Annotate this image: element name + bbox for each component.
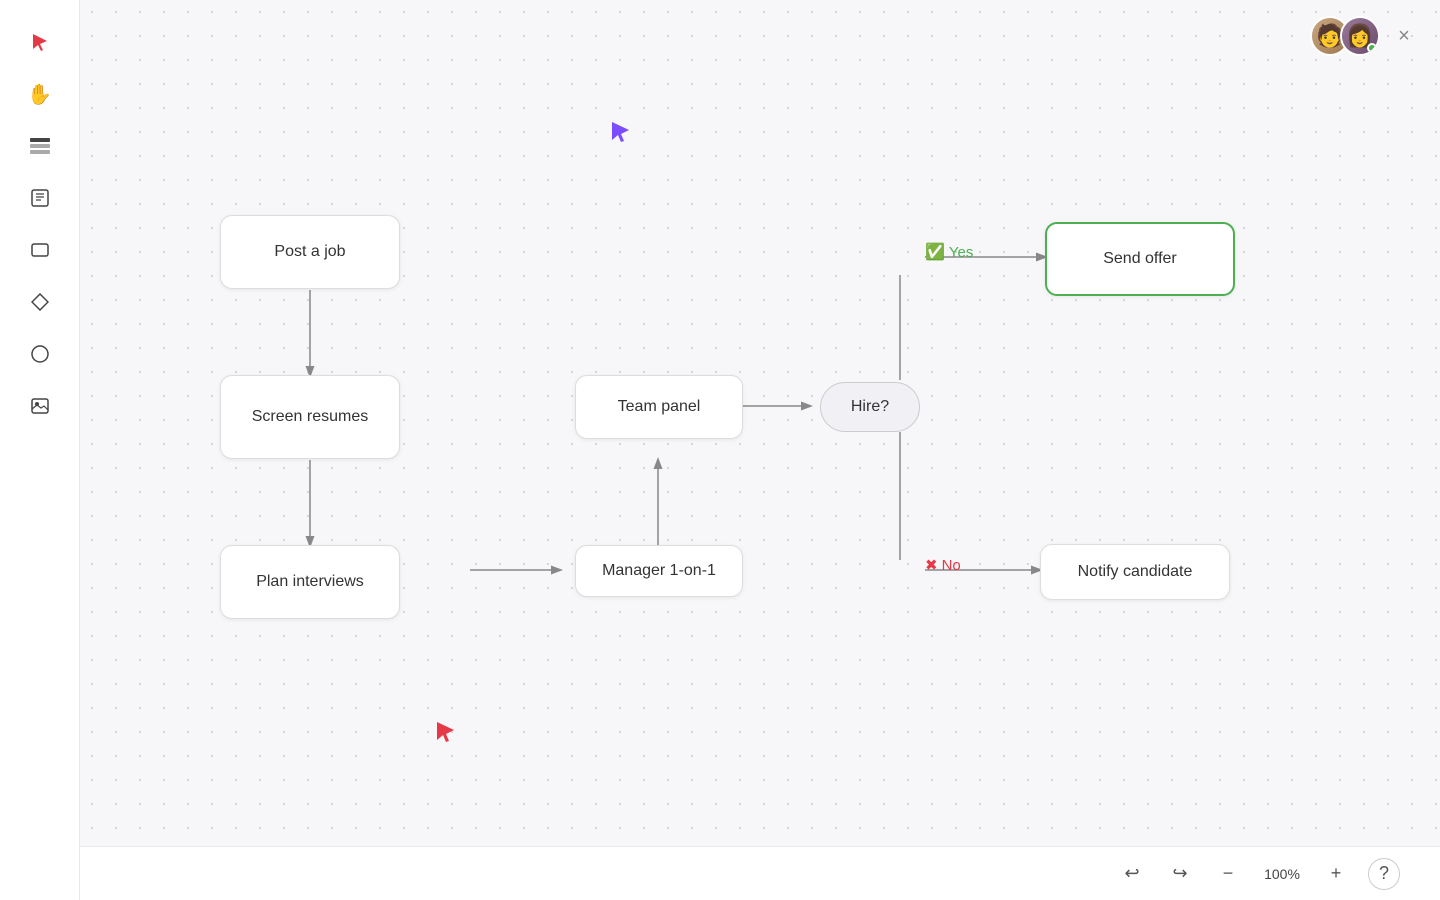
post-a-job-node[interactable]: Post a job [220, 215, 400, 289]
zoom-in-button[interactable]: + [1320, 858, 1352, 890]
undo-button[interactable]: ↩ [1116, 858, 1148, 890]
plan-interviews-node[interactable]: Plan interviews [220, 545, 400, 619]
zoom-level: 100% [1260, 866, 1304, 882]
no-label: ✖ No [925, 556, 961, 574]
manager-1on1-node[interactable]: Manager 1-on-1 [575, 545, 743, 597]
hire-decision-node[interactable]: Hire? [820, 382, 920, 432]
zoom-out-button[interactable]: − [1212, 858, 1244, 890]
table-tool[interactable] [18, 124, 62, 168]
rectangle-tool[interactable] [18, 228, 62, 272]
circle-tool[interactable] [18, 332, 62, 376]
redo-button[interactable]: ↪ [1164, 858, 1196, 890]
image-tool[interactable] [18, 384, 62, 428]
note-tool[interactable] [18, 176, 62, 220]
red-cursor-bottom [435, 720, 455, 750]
cursor-tool[interactable] [18, 20, 62, 64]
help-button[interactable]: ? [1368, 858, 1400, 890]
diamond-tool[interactable] [18, 280, 62, 324]
online-indicator [1367, 43, 1377, 53]
bottom-toolbar: ↩ ↪ − 100% + ? [80, 846, 1440, 900]
team-panel-node[interactable]: Team panel [575, 375, 743, 439]
left-toolbar: ✋ [0, 0, 80, 900]
hand-tool[interactable]: ✋ [18, 72, 62, 116]
canvas[interactable]: Post a job Screen resumes Plan interview… [80, 0, 1440, 900]
close-button[interactable]: × [1388, 20, 1420, 52]
purple-cursor-top [610, 120, 630, 150]
avatar-2: 👩 [1340, 16, 1380, 56]
yes-label: ✅ Yes [925, 242, 973, 262]
avatars-group: 🧑 👩 [1310, 16, 1380, 56]
screen-resumes-node[interactable]: Screen resumes [220, 375, 400, 459]
notify-candidate-node[interactable]: Notify candidate [1040, 544, 1230, 600]
send-offer-node[interactable]: Send offer [1045, 222, 1235, 296]
